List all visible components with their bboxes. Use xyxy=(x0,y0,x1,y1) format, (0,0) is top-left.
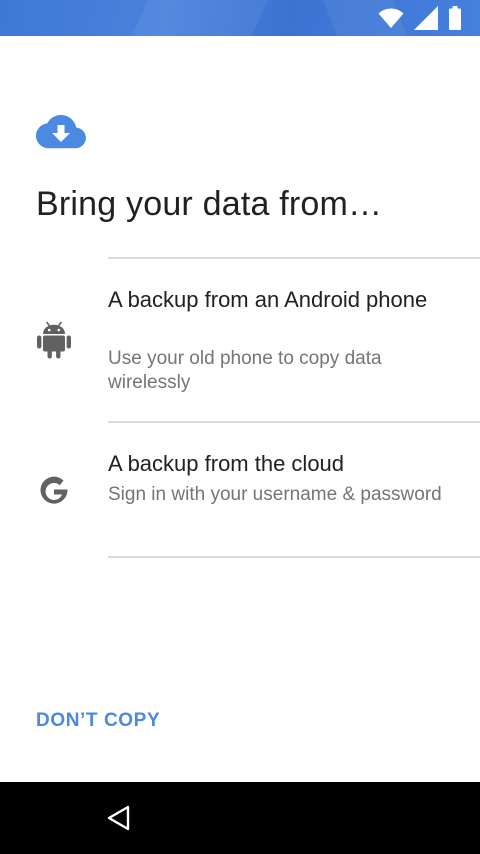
wifi-icon xyxy=(378,8,404,28)
navigation-bar xyxy=(0,782,480,854)
screen: Bring your data from… A backup from an A… xyxy=(0,0,480,854)
dont-copy-button[interactable]: DON’T COPY xyxy=(36,710,160,732)
option-cloud-backup[interactable]: A backup from the cloud Sign in with you… xyxy=(0,423,480,556)
google-g-icon xyxy=(40,476,68,504)
battery-icon xyxy=(449,6,461,30)
back-icon[interactable] xyxy=(104,802,136,834)
page-title: Bring your data from… xyxy=(36,185,383,223)
divider xyxy=(108,556,480,558)
option-android-backup[interactable]: A backup from an Android phone Use your … xyxy=(0,259,480,422)
cloud-download-icon xyxy=(36,115,86,149)
android-icon xyxy=(37,321,71,359)
option-title: A backup from an Android phone xyxy=(108,287,428,312)
status-bar xyxy=(0,0,480,36)
status-icons xyxy=(378,5,462,31)
option-subtitle: Use your old phone to copy data wireless… xyxy=(108,348,382,393)
cellular-signal-icon xyxy=(414,6,438,30)
option-subtitle: Sign in with your username & password xyxy=(108,484,442,505)
option-title: A backup from the cloud xyxy=(108,451,345,476)
